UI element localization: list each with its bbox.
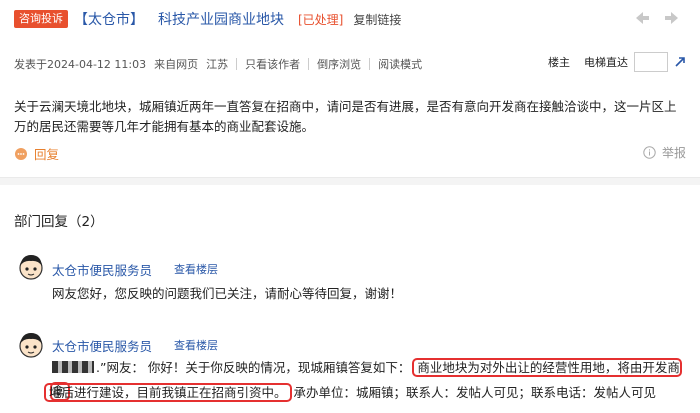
report-label: 举报 xyxy=(661,146,686,160)
copy-link-button[interactable]: 复制链接 xyxy=(353,11,401,28)
only-author-link[interactable]: 只看该作者 xyxy=(245,56,300,72)
post-content: 关于云澜天境北地块，城厢镇近两年一直答复在招商中，请问是否有进展，是否有意向开发… xyxy=(14,99,677,134)
thread-title: 科技产业园商业地块 xyxy=(158,12,284,28)
post-region: 江苏 xyxy=(206,58,229,71)
status-badge: [已处理] xyxy=(298,12,344,27)
replies-section-title: 部门回复（2） xyxy=(14,214,104,230)
reply-suffix: 承办单位：城厢镇；联系人：发帖人可见；联系电话：发帖人可见 xyxy=(293,385,657,400)
read-mode-link[interactable]: 阅读模式 xyxy=(378,56,422,72)
reply-text: 网友您好，您反映的问题我们已关注，请耐心等待回复，谢谢！ xyxy=(52,286,403,301)
city-label[interactable]: 【太仓市】 xyxy=(74,9,144,29)
floor-owner-label: 楼主 xyxy=(548,56,570,69)
avatar xyxy=(19,333,43,358)
report-button[interactable]: 举报 xyxy=(643,144,686,161)
view-floor-link[interactable]: 查看楼层 xyxy=(174,261,218,277)
replier-name[interactable]: 太仓市便民服务员 xyxy=(52,336,152,355)
prev-thread-icon[interactable] xyxy=(634,10,650,26)
thread-nav xyxy=(634,10,680,26)
floor-jump-control: 楼主 电梯直达 xyxy=(548,52,686,72)
post-meta: 发表于2024-04-12 11:03 来自网页 江苏 只看该作者 倒序浏览 阅… xyxy=(14,52,686,73)
meta-divider xyxy=(369,58,371,70)
reply-text-continued: 地后进行建设，目前我镇正在招商引资中。 承办单位：城厢镇；联系人：发帖人可见；联… xyxy=(44,381,696,405)
section-divider xyxy=(0,177,700,185)
avatar xyxy=(19,255,43,280)
meta-divider xyxy=(308,58,310,70)
next-thread-icon[interactable] xyxy=(664,10,680,26)
reply-prefix: .”网友： 你好！关于你反映的情况，现城厢镇答复如下： xyxy=(96,360,411,375)
post-source: 来自网页 xyxy=(154,58,199,71)
floor-jump-label: 电梯直达 xyxy=(584,56,628,69)
comment-icon xyxy=(15,147,27,160)
jump-arrow-icon[interactable] xyxy=(674,56,686,68)
reply-label: 回复 xyxy=(34,147,60,162)
view-floor-link[interactable]: 查看楼层 xyxy=(174,337,218,353)
reverse-order-link[interactable]: 倒序浏览 xyxy=(317,56,361,72)
category-tag: 咨询投诉 xyxy=(14,10,68,28)
redacted-name xyxy=(52,361,94,373)
meta-divider xyxy=(236,58,238,70)
replier-name[interactable]: 太仓市便民服务员 xyxy=(52,260,152,279)
reply-button[interactable]: 回复 xyxy=(14,144,59,163)
floor-number-input[interactable] xyxy=(634,52,668,72)
info-icon xyxy=(643,146,656,159)
highlighted-text: 地后进行建设，目前我镇正在招商引资中。 xyxy=(44,383,292,402)
thread-header: 咨询投诉 【太仓市】 科技产业园商业地块 [已处理] 复制链接 xyxy=(14,8,686,30)
post-time: 发表于2024-04-12 11:03 xyxy=(14,58,147,71)
